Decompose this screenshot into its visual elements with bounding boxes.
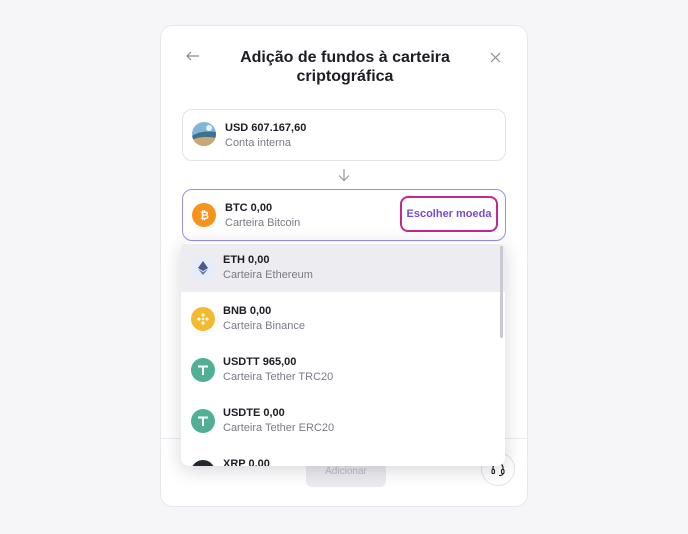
account-avatar	[192, 122, 216, 146]
usdte-label: Carteira Tether ERC20	[223, 422, 335, 434]
list-item-bnb[interactable]: BNB 0,00 Carteira Binance	[181, 295, 505, 343]
title-line-2: criptográfica	[296, 68, 394, 85]
back-arrow-icon[interactable]	[181, 44, 205, 68]
tether-icon	[191, 358, 215, 382]
eth-amount: ETH 0,00	[223, 254, 270, 266]
usdte-amount: USDTE 0,00	[223, 407, 285, 419]
modal-title: Adição de fundos à carteira criptográfic…	[231, 48, 459, 86]
svg-text:₿: ₿	[200, 209, 209, 221]
destination-wallet-card[interactable]: ₿ BTC 0,00 Carteira Bitcoin Escolher moe…	[182, 189, 506, 241]
choose-currency-button[interactable]: Escolher moeda	[400, 196, 498, 232]
close-icon[interactable]	[483, 45, 507, 69]
source-amount: USD 607.167,60	[225, 122, 307, 134]
bnb-amount: BNB 0,00	[223, 305, 272, 317]
list-item-xrp[interactable]: XRP 0,00	[181, 448, 505, 466]
xrp-amount: XRP 0,00	[223, 458, 270, 466]
dropdown-scrollbar[interactable]	[500, 246, 503, 338]
bnb-label: Carteira Binance	[223, 320, 305, 332]
bitcoin-icon: ₿	[192, 203, 216, 227]
list-item-eth[interactable]: ETH 0,00 Carteira Ethereum	[181, 244, 505, 292]
binance-icon	[191, 307, 215, 331]
usdtt-amount: USDTT 965,00	[223, 356, 297, 368]
usdtt-label: Carteira Tether TRC20	[223, 371, 334, 383]
tether-icon	[191, 409, 215, 433]
eth-label: Carteira Ethereum	[223, 269, 313, 281]
xrp-icon	[191, 460, 215, 466]
destination-amount: BTC 0,00	[225, 202, 273, 214]
source-label: Conta interna	[225, 137, 292, 149]
currency-dropdown: ETH 0,00 Carteira Ethereum BNB 0,00 Cart…	[181, 242, 505, 466]
source-account-card[interactable]: USD 607.167,60 Conta interna	[182, 109, 506, 161]
arrow-down-icon	[337, 167, 351, 183]
destination-label: Carteira Bitcoin	[225, 217, 301, 229]
list-item-usdte[interactable]: USDTE 0,00 Carteira Tether ERC20	[181, 397, 505, 445]
title-line-1: Adição de fundos à carteira	[240, 49, 450, 66]
list-item-usdtt[interactable]: USDTT 965,00 Carteira Tether TRC20	[181, 346, 505, 394]
ethereum-icon	[191, 256, 215, 280]
